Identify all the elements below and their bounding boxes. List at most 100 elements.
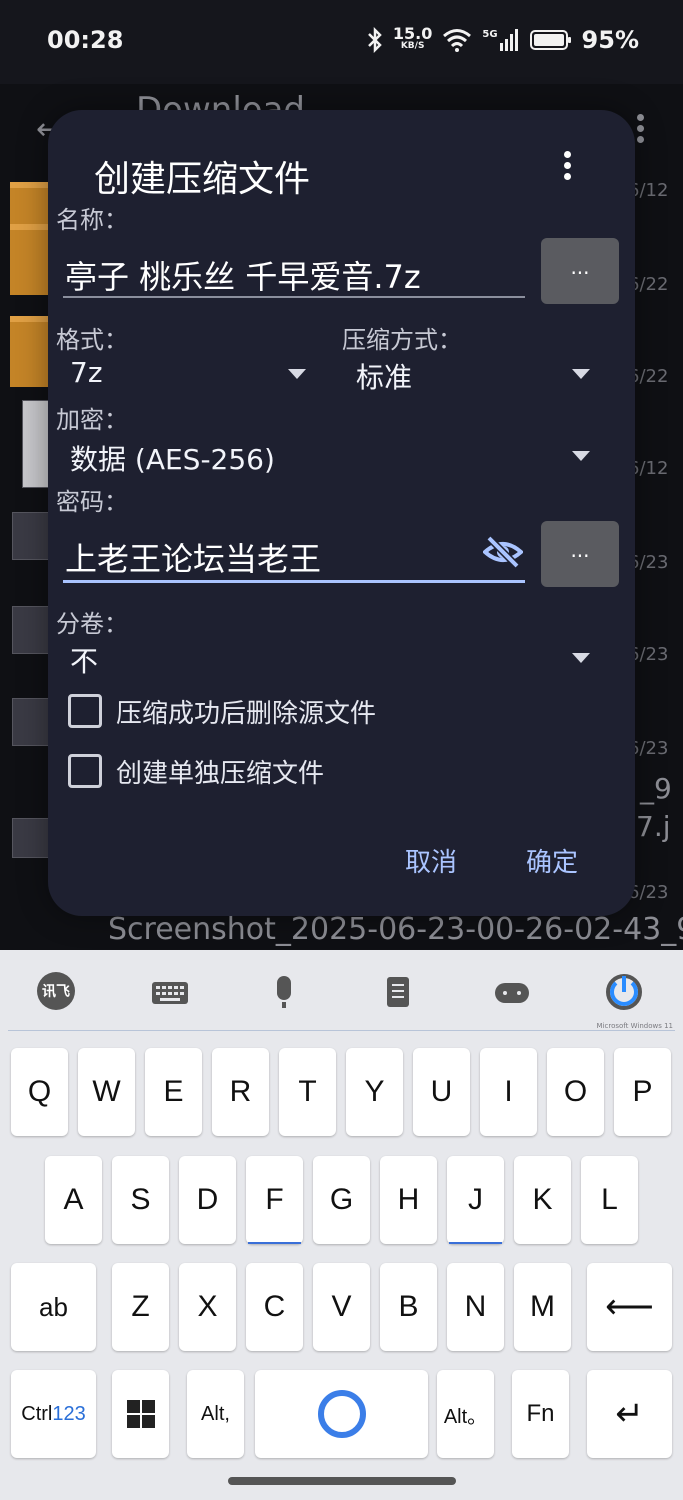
encryption-select[interactable]: 数据 (AES-256): [68, 436, 594, 476]
visibility-off-icon[interactable]: [483, 534, 523, 570]
status-icons: 15.0 KB/S 5G 95%: [367, 26, 639, 54]
status-time: 00:28: [47, 26, 124, 54]
split-select[interactable]: 不: [68, 638, 594, 678]
signal-icon: [499, 29, 518, 51]
clipboard-icon[interactable]: [378, 972, 418, 1012]
archive-name-field[interactable]: 亭子 桃乐丝 千早爱音.7z: [63, 246, 525, 298]
compression-select[interactable]: 标准: [354, 354, 594, 394]
toolbar-divider: [8, 1030, 675, 1031]
key-l[interactable]: L: [581, 1156, 638, 1244]
key-space[interactable]: [255, 1370, 428, 1458]
folder-icon: [10, 316, 50, 387]
gamepad-icon[interactable]: [492, 972, 532, 1012]
dropdown-arrow-icon: [288, 369, 306, 379]
folder-icon: [10, 224, 50, 295]
key-t[interactable]: T: [279, 1048, 336, 1136]
key-o[interactable]: O: [547, 1048, 604, 1136]
signal-type-label: 5G: [482, 29, 498, 40]
dropdown-arrow-icon: [572, 451, 590, 461]
separate-archives-option[interactable]: 创建单独压缩文件: [66, 748, 586, 794]
image-thumbnail: [12, 606, 50, 654]
key-ctrl-123[interactable]: Ctrl 123: [11, 1370, 96, 1458]
key-x[interactable]: X: [179, 1263, 236, 1351]
key-m[interactable]: M: [514, 1263, 571, 1351]
key-a[interactable]: A: [45, 1156, 102, 1244]
keyboard-layout-icon[interactable]: [150, 972, 190, 1012]
key-fn[interactable]: Fn: [512, 1370, 569, 1458]
password-field[interactable]: 上老王论坛当老王: [63, 528, 525, 583]
status-bar: 00:28 15.0 KB/S 5G 95%: [0, 0, 683, 84]
delete-source-option[interactable]: 压缩成功后删除源文件: [66, 688, 586, 734]
key-q[interactable]: Q: [11, 1048, 68, 1136]
format-value: 7z: [70, 356, 103, 389]
key-h[interactable]: H: [380, 1156, 437, 1244]
key-c[interactable]: C: [246, 1263, 303, 1351]
key-g[interactable]: G: [313, 1156, 370, 1244]
key-u[interactable]: U: [413, 1048, 470, 1136]
password-value: 上老王论坛当老王: [65, 540, 322, 578]
ime-logo-icon[interactable]: 讯飞: [37, 972, 75, 1010]
key-d[interactable]: D: [179, 1156, 236, 1244]
key-f[interactable]: F: [246, 1156, 303, 1244]
dialog-more-icon[interactable]: [556, 148, 580, 184]
key-b[interactable]: B: [380, 1263, 437, 1351]
cellular-signal: 5G: [482, 29, 519, 51]
separate-archives-checkbox[interactable]: [68, 754, 102, 788]
archive-name-value: 亭子 桃乐丝 千早爱音.7z: [65, 258, 421, 296]
key-enter[interactable]: ↵: [587, 1370, 672, 1458]
microphone-icon[interactable]: [264, 972, 304, 1012]
delete-source-checkbox[interactable]: [68, 694, 102, 728]
format-label: 格式：: [56, 326, 128, 354]
password-label: 密码：: [56, 488, 128, 516]
file-name[interactable]: Screenshot_2025-06-23-00-26-02-43_9: [108, 912, 683, 947]
image-thumbnail: [12, 698, 50, 746]
split-label: 分卷：: [56, 610, 128, 638]
file-name-fragment: 7.j: [636, 810, 671, 843]
browse-path-button[interactable]: ...: [541, 238, 619, 304]
image-thumbnail: [12, 512, 50, 560]
home-indicator[interactable]: [228, 1477, 456, 1485]
image-thumbnail: [12, 818, 50, 858]
compression-value: 标准: [356, 361, 413, 394]
key-e[interactable]: E: [145, 1048, 202, 1136]
windows-logo-icon: [126, 1400, 155, 1428]
compression-label: 压缩方式：: [342, 326, 462, 354]
num-label: 123: [52, 1402, 86, 1425]
key-k[interactable]: K: [514, 1156, 571, 1244]
key-n[interactable]: N: [447, 1263, 504, 1351]
wifi-icon: [443, 29, 472, 52]
key-p[interactable]: P: [614, 1048, 671, 1136]
key-j[interactable]: J: [447, 1156, 504, 1244]
format-select[interactable]: 7z: [68, 354, 308, 394]
split-value: 不: [70, 645, 99, 678]
key-backspace[interactable]: ⟵: [587, 1263, 672, 1351]
key-v[interactable]: V: [313, 1263, 370, 1351]
ok-button[interactable]: 确定: [526, 842, 578, 879]
cancel-button[interactable]: 取消: [405, 842, 457, 879]
key-windows[interactable]: [112, 1370, 169, 1458]
network-speed-value: 15.0: [392, 24, 433, 43]
key-w[interactable]: W: [78, 1048, 135, 1136]
bluetooth-icon: [368, 27, 382, 53]
key-i[interactable]: I: [480, 1048, 537, 1136]
keyboard-toolbar: 讯飞: [0, 950, 683, 1030]
key-alt-left[interactable]: Alt,: [187, 1370, 244, 1458]
power-icon[interactable]: [604, 972, 644, 1012]
key-y[interactable]: Y: [346, 1048, 403, 1136]
create-archive-dialog: 创建压缩文件 名称： 亭子 桃乐丝 千早爱音.7z ... 格式： 压缩方式： …: [48, 110, 635, 916]
battery-percent: 95%: [581, 26, 639, 54]
key-case-toggle[interactable]: ab: [11, 1263, 96, 1351]
password-options-button[interactable]: ...: [541, 521, 619, 587]
dialog-title: 创建压缩文件: [94, 159, 311, 200]
cortana-ring-icon: [317, 1390, 366, 1438]
key-alt-right[interactable]: Alt。: [437, 1370, 494, 1458]
dropdown-arrow-icon: [572, 369, 590, 379]
key-r[interactable]: R: [212, 1048, 269, 1136]
network-speed: 15.0 KB/S: [392, 24, 433, 52]
encryption-label: 加密：: [56, 406, 128, 434]
key-s[interactable]: S: [112, 1156, 169, 1244]
key-z[interactable]: Z: [112, 1263, 169, 1351]
name-label: 名称：: [56, 206, 128, 234]
encryption-value: 数据 (AES-256): [70, 443, 275, 476]
dropdown-arrow-icon: [572, 653, 590, 663]
